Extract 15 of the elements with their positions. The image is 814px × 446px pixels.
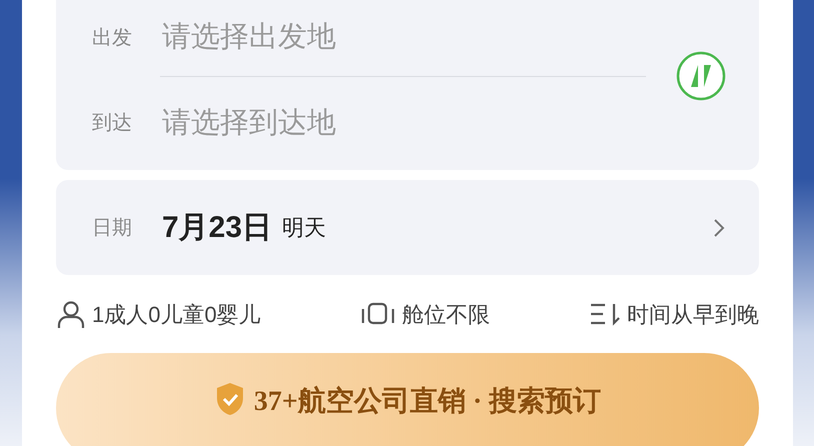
date-value: 7月23日 xyxy=(162,210,272,246)
day-label: 明天 xyxy=(282,214,326,242)
sort-icon xyxy=(589,302,621,326)
arrival-label: 到达 xyxy=(92,111,133,136)
cabin-option[interactable]: 舱位不限 xyxy=(360,298,490,330)
seat-icon xyxy=(360,301,396,327)
date-label: 日期 xyxy=(92,216,133,240)
sort-option[interactable]: 时间从早到晚 xyxy=(589,298,759,330)
chevron-right-icon xyxy=(713,218,725,238)
search-button[interactable]: 37+航空公司直销 · 搜索预订 xyxy=(56,353,759,446)
swap-icon[interactable] xyxy=(676,51,726,101)
person-icon xyxy=(56,299,86,329)
departure-label: 出发 xyxy=(92,26,133,51)
passengers-option[interactable]: 1成人0儿童0婴儿 xyxy=(56,298,261,330)
date-panel[interactable]: 日期 7月23日 明天 xyxy=(56,180,759,275)
